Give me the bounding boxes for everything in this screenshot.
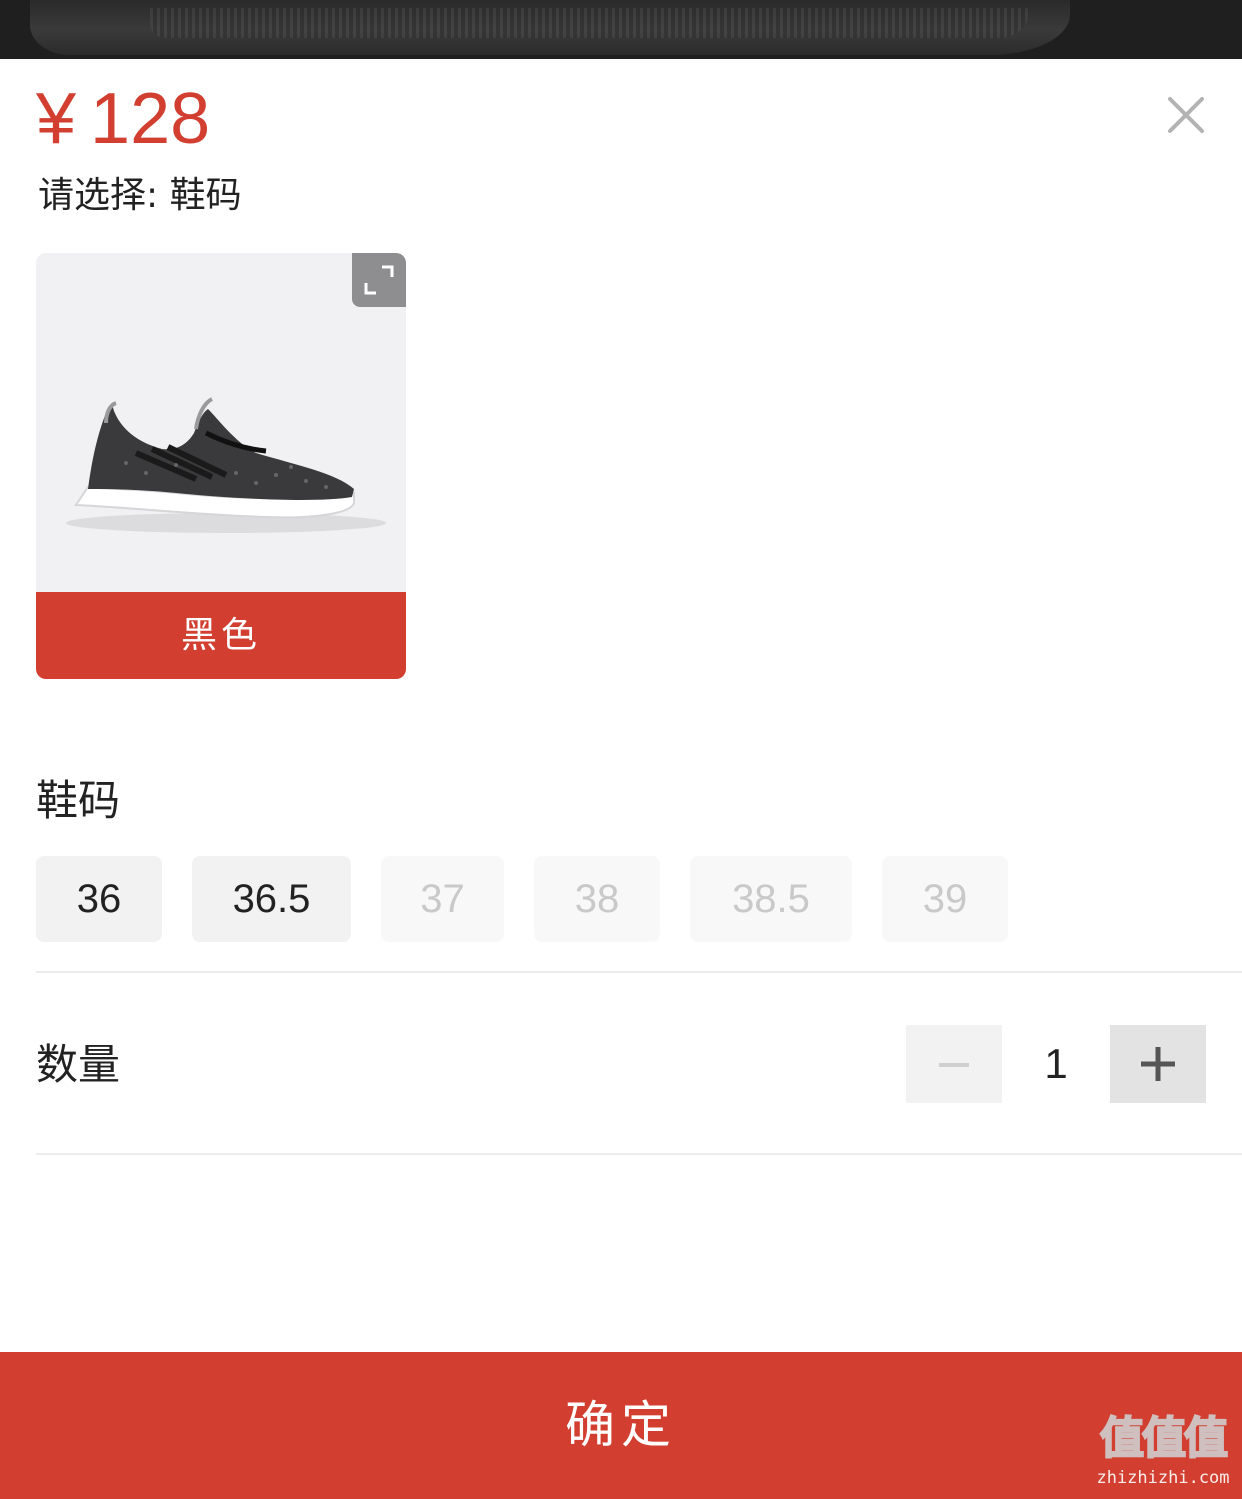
expand-icon	[364, 265, 394, 295]
site-watermark: 值值值 zhizhizhi.com	[1088, 1411, 1238, 1495]
close-button[interactable]	[1162, 91, 1210, 139]
price-value: 128	[90, 79, 211, 159]
variant-label: 黑色	[36, 592, 406, 679]
selection-prompt: 请选择: 鞋码	[38, 175, 242, 216]
plus-icon	[1141, 1047, 1175, 1081]
expand-image-button[interactable]	[352, 253, 406, 307]
size-option-36[interactable]: 36	[36, 856, 162, 942]
quantity-label: 数量	[36, 1040, 121, 1089]
quantity-value[interactable]: 1	[1002, 1025, 1110, 1103]
size-section-title: 鞋码	[36, 776, 121, 825]
divider	[36, 1153, 1242, 1155]
variant-option-black[interactable]: 黑色	[36, 253, 406, 679]
size-option-37[interactable]: 37	[381, 856, 504, 942]
backdrop-shoe-image	[30, 0, 1070, 55]
variant-shoe-thumbnail	[36, 253, 406, 592]
increase-quantity-button[interactable]	[1110, 1025, 1206, 1103]
currency-symbol: ¥	[36, 79, 77, 159]
confirm-button[interactable]: 确定	[0, 1352, 1242, 1499]
size-option-36-5[interactable]: 36.5	[192, 856, 351, 942]
size-option-38-5[interactable]: 38.5	[690, 856, 852, 942]
decrease-quantity-button[interactable]	[906, 1025, 1002, 1103]
price: ¥128	[36, 79, 210, 159]
close-icon	[1168, 97, 1204, 133]
size-option-39[interactable]: 39	[882, 856, 1008, 942]
minus-icon	[939, 1063, 969, 1067]
size-option-38[interactable]: 38	[534, 856, 660, 942]
quantity-stepper: 1	[906, 1025, 1206, 1103]
watermark-logo: 值值值	[1099, 1412, 1229, 1465]
sku-selection-sheet: ¥128 请选择: 鞋码 黑色 鞋码 36 36.5 37 38 38.5 39…	[0, 59, 1242, 1499]
watermark-url: zhizhizhi.com	[1096, 1468, 1230, 1488]
product-image-backdrop	[0, 0, 1242, 59]
divider	[36, 971, 1242, 973]
